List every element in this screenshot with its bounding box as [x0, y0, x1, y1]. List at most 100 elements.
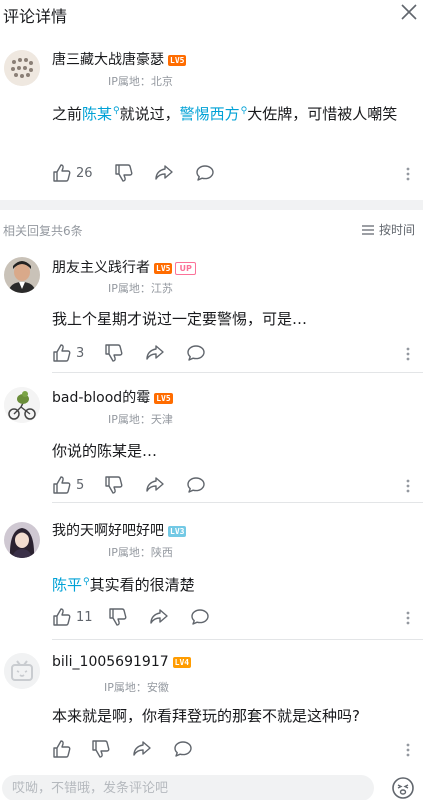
dislike-button[interactable] [104, 474, 124, 496]
sort-button[interactable]: 按时间 [361, 221, 415, 238]
action-bar: 26 [52, 162, 412, 184]
main-comment: 唐三藏大战唐豪瑟 LV5 IP属地：北京 之前陈某⚲就说过，警惕西方⚲大佐牌，可惜… [0, 30, 423, 200]
reply-text: 其实看的很清楚 [89, 576, 195, 594]
reply-button[interactable] [195, 162, 215, 184]
ip-location: IP属地：北京 [108, 75, 173, 88]
reply-button[interactable] [186, 342, 206, 364]
like-button[interactable] [52, 738, 72, 760]
more-icon[interactable] [403, 164, 413, 184]
reply-button[interactable] [173, 738, 193, 760]
search-link[interactable]: 陈平 [52, 576, 82, 594]
avatar[interactable] [4, 653, 40, 689]
action-bar: 3 [52, 342, 412, 364]
reply-content: 我上个星期才说过一定要警惕，可是… [52, 310, 308, 328]
thumb-up-icon [53, 608, 71, 626]
username-text[interactable]: 我的天啊好吧好吧 [52, 523, 164, 539]
more-icon[interactable] [403, 344, 413, 364]
more-icon[interactable] [403, 608, 413, 628]
reply-item: 朋友主义践行者 LV5 UP IP属地：江苏 我上个星期才说过一定要警惕，可是… 3 [0, 248, 423, 373]
comment-icon [174, 741, 192, 757]
thumb-down-icon [115, 164, 133, 182]
username[interactable]: 朋友主义践行者 LV5 UP [52, 257, 196, 277]
share-button[interactable] [149, 606, 169, 628]
username-text[interactable]: 朋友主义践行者 [52, 260, 150, 276]
search-icon: ⚲ [83, 577, 90, 587]
reply-content: 本来就是啊，你看拜登玩的那套不就是这种吗? [52, 707, 360, 725]
emoji-icon[interactable] [391, 776, 415, 800]
share-icon [150, 609, 168, 624]
more-icon[interactable] [403, 476, 413, 496]
like-button[interactable]: 11 [52, 606, 93, 628]
replies-header: 相关回复共6条 按时间 [0, 212, 423, 248]
thumb-down-icon [92, 740, 110, 758]
like-button[interactable]: 26 [52, 162, 93, 184]
username[interactable]: bad-blood的霉 LV5 [52, 387, 173, 407]
username[interactable]: bili_1005691917 LV4 [52, 654, 192, 670]
up-badge: UP [175, 261, 196, 275]
action-bar: 5 [52, 474, 412, 496]
dislike-button[interactable] [114, 162, 134, 184]
thumb-down-icon [105, 476, 123, 494]
dislike-button[interactable] [108, 606, 128, 628]
comment-text: 就说过， [119, 105, 180, 123]
username[interactable]: 我的天啊好吧好吧 LV3 [52, 520, 187, 540]
comment-text: 大佐牌，可惜被人嘲笑 [247, 105, 398, 123]
comment-input[interactable] [2, 775, 374, 800]
share-icon [146, 477, 164, 492]
username-text[interactable]: bad-blood的霉 [52, 390, 150, 406]
reply-content: 你说的陈某是… [52, 442, 158, 460]
comment-icon [187, 477, 205, 493]
like-button[interactable]: 3 [52, 342, 84, 364]
avatar[interactable] [4, 522, 40, 558]
share-icon [133, 741, 151, 756]
reply-button[interactable] [190, 606, 210, 628]
thumb-up-icon [53, 344, 71, 362]
comment-icon [196, 165, 214, 181]
ip-location: IP属地：陕西 [108, 546, 173, 559]
avatar[interactable] [4, 50, 40, 86]
like-count: 26 [76, 165, 93, 181]
dislike-button[interactable] [104, 342, 124, 364]
section-divider [0, 200, 423, 210]
like-button[interactable]: 5 [52, 474, 84, 496]
reply-item: bili_1005691917 LV4 IP属地：安徽 本来就是啊，你看拜登玩的那… [0, 640, 423, 770]
share-button[interactable] [145, 342, 165, 364]
close-icon[interactable] [399, 2, 419, 22]
sort-label: 按时间 [378, 223, 415, 237]
reply-content: 陈平⚲其实看的很清楚 [52, 570, 412, 598]
level-badge: LV4 [172, 656, 192, 668]
page-title: 评论详情 [3, 7, 68, 26]
sort-icon [361, 224, 374, 235]
like-count: 5 [76, 477, 85, 493]
reply-item: bad-blood的霉 LV5 IP属地：天津 你说的陈某是… 5 [0, 373, 423, 503]
action-bar: 11 [52, 606, 412, 628]
search-icon: ⚲ [113, 106, 120, 116]
username-text[interactable]: 唐三藏大战唐豪瑟 [52, 52, 164, 68]
search-link[interactable]: 陈某 [82, 105, 112, 123]
thumb-down-icon [109, 608, 127, 626]
share-button[interactable] [132, 738, 152, 760]
username-text[interactable]: bili_1005691917 [52, 654, 169, 670]
comment-text: 之前 [52, 105, 83, 123]
username[interactable]: 唐三藏大战唐豪瑟 LV5 [52, 49, 187, 69]
like-count: 11 [76, 609, 93, 625]
thumb-down-icon [105, 344, 123, 362]
thumb-up-icon [53, 164, 71, 182]
share-icon [146, 345, 164, 360]
comment-icon [187, 345, 205, 361]
reply-item: 我的天啊好吧好吧 LV3 IP属地：陕西 陈平⚲其实看的很清楚 11 [0, 503, 423, 640]
more-icon[interactable] [403, 740, 413, 760]
avatar[interactable] [4, 257, 40, 293]
level-badge: LV5 [154, 392, 173, 404]
dislike-button[interactable] [91, 738, 111, 760]
reply-button[interactable] [186, 474, 206, 496]
comment-icon [191, 609, 209, 625]
level-badge: LV5 [154, 262, 173, 274]
search-link[interactable]: 警惕西方 [180, 105, 240, 123]
ip-location: IP属地：天津 [108, 413, 173, 426]
action-bar [52, 738, 412, 760]
thumb-up-icon [53, 476, 71, 494]
avatar[interactable] [4, 387, 40, 423]
share-button[interactable] [145, 474, 165, 496]
share-button[interactable] [154, 162, 174, 184]
